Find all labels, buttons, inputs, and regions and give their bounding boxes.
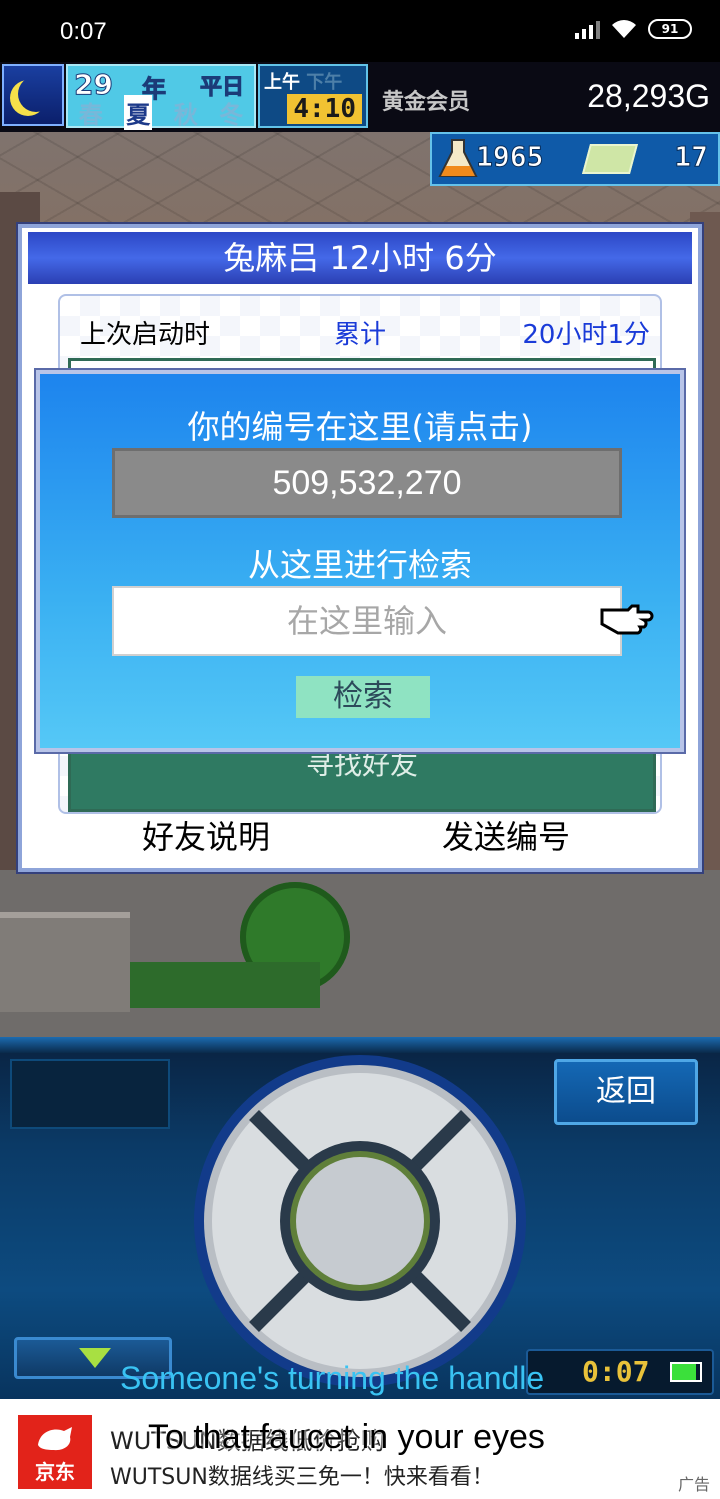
date-panel: 29 年 平日 春 夏 秋 冬 [66, 64, 256, 130]
send-id-button[interactable]: 发送编号 [442, 812, 570, 858]
down-arrow-icon [79, 1348, 111, 1368]
moon-icon [2, 64, 64, 126]
wall-decor [0, 912, 130, 1012]
wifi-icon [610, 18, 638, 40]
search-title: 从这里进行检索 [247, 546, 472, 584]
battery-icon: 91 [648, 19, 692, 39]
pointing-hand-icon [600, 604, 654, 635]
ticket-count: 17 [674, 140, 709, 174]
season-spring: 春 [78, 100, 103, 129]
dog-icon [38, 1427, 72, 1451]
lyric-line-1: Someone's turning the handle [120, 1360, 545, 1396]
season-winter: 冬 [219, 100, 244, 129]
signal-icon [575, 19, 600, 39]
ad-line-2: WUTSUN数据线买三免一！快来看看！ [110, 1465, 494, 1490]
my-id-field[interactable]: 509,532,270 [112, 448, 622, 518]
season-row: 春 夏 秋 冬 [68, 94, 254, 130]
cumulative-label: 累计 [334, 320, 387, 350]
controller-border [0, 1037, 720, 1053]
dialog-footer: 好友说明 发送编号 [22, 804, 698, 860]
dialog-title: 兔麻吕 12小时 6分 [28, 232, 692, 284]
last-launch-label: 上次启动时 [80, 320, 211, 350]
status-icons: 91 [575, 18, 692, 40]
id-title: 你的编号在这里(请点击) [187, 408, 533, 446]
search-input[interactable]: 在这里输入 [112, 586, 622, 656]
jd-logo: 京东 [18, 1415, 92, 1489]
search-panel: 你的编号在这里(请点击) 509,532,270 从这里进行检索 在这里输入 检… [36, 370, 684, 752]
controller-panel: 返回 0:07 [0, 1037, 720, 1399]
status-time: 0:07 [60, 18, 107, 45]
status-bar: 0:07 91 [0, 0, 720, 62]
brand-label: 京东 [35, 1460, 75, 1484]
cumulative-value: 20小时1分 [522, 320, 650, 350]
find-friend-button[interactable]: 寻找好友 [71, 745, 653, 809]
hedge-decor [130, 962, 320, 1008]
member-status: 黄金会员 [382, 90, 471, 115]
empty-slot [10, 1059, 170, 1129]
game-clock: 4:10 [287, 94, 362, 124]
money-value: 28,293G [587, 78, 710, 114]
timer-value: 0:07 [582, 1355, 650, 1388]
dpad-control[interactable] [192, 1053, 528, 1389]
resource-panel: 1965 17 [430, 132, 720, 186]
research-points: 1965 [475, 140, 544, 174]
ampm-indicator: 上午 下午 [264, 72, 343, 93]
flask-icon [438, 139, 478, 177]
ad-tag: 广告 [677, 1475, 710, 1494]
season-summer: 夏 [124, 94, 153, 130]
lyric-line-2: To that faucet in your eyes [148, 1418, 545, 1456]
clock-panel: 上午 下午 4:10 [258, 64, 368, 128]
friend-help-button[interactable]: 好友说明 [142, 812, 270, 858]
ticket-icon [581, 144, 639, 174]
back-button[interactable]: 返回 [554, 1059, 698, 1125]
search-button[interactable]: 检索 [296, 676, 430, 718]
launch-time-row: 上次启动时 累计 20小时1分 [80, 314, 650, 354]
top-hud: 29 年 平日 春 夏 秋 冬 上午 下午 4:10 黄金会员 28,293G [0, 62, 720, 132]
play-timer: 0:07 [526, 1349, 714, 1395]
season-autumn: 秋 [173, 100, 198, 129]
battery-level-icon [670, 1362, 702, 1382]
